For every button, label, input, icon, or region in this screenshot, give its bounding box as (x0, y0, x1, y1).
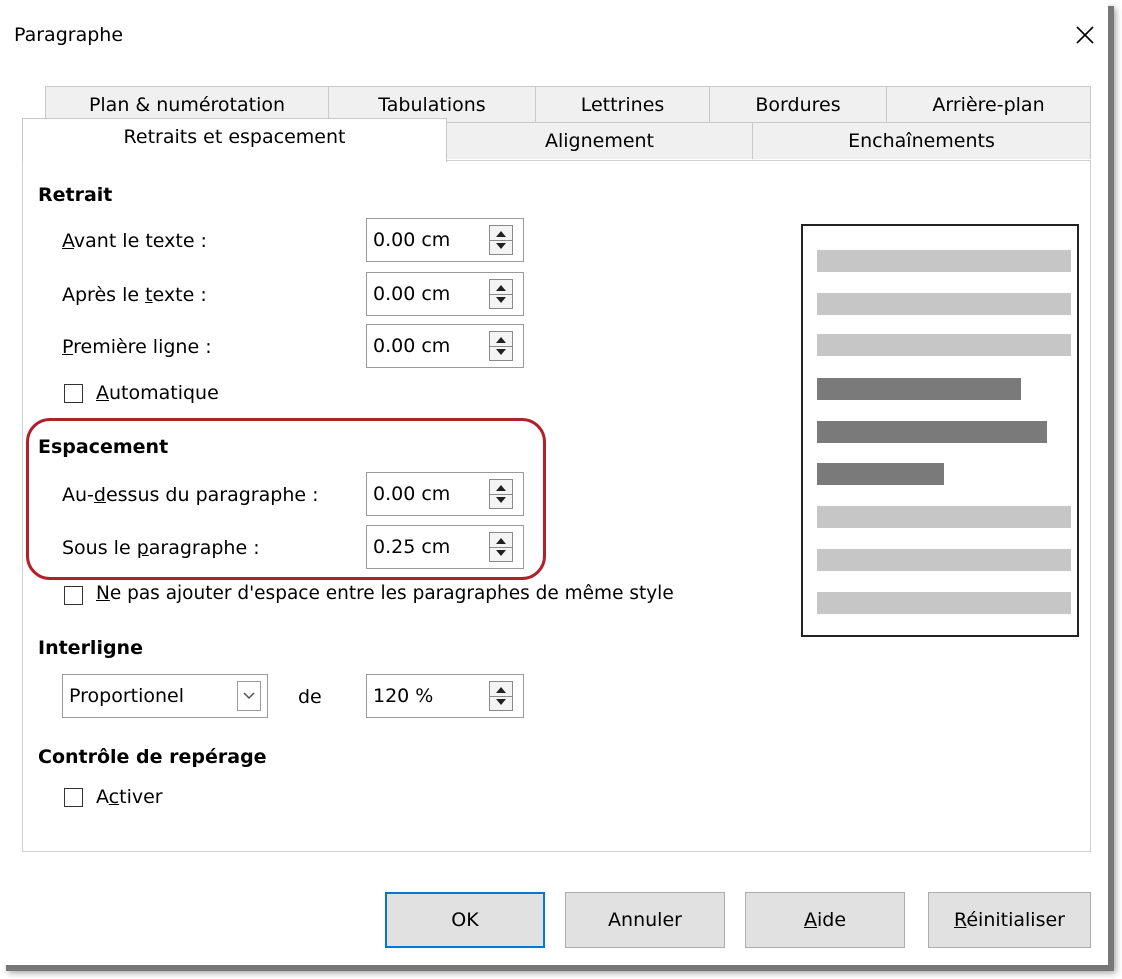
paragraph-dialog: Paragraphe Plan & numérotation Tabulatio… (0, 0, 1108, 965)
dialog-title: Paragraphe (14, 24, 124, 46)
sous-paragraphe-spinbox[interactable]: 0.25 cm (366, 525, 524, 569)
spin-up-icon[interactable] (496, 231, 506, 237)
activer-checkbox[interactable] (64, 788, 83, 807)
preview-line (817, 334, 1071, 356)
preview-line-current (817, 463, 944, 485)
preview-line (817, 549, 1071, 571)
premiere-ligne-value[interactable]: 0.00 cm (373, 335, 450, 357)
preview-line (817, 506, 1071, 528)
avant-texte-value[interactable]: 0.00 cm (373, 229, 450, 251)
preview-line (817, 250, 1071, 272)
close-button[interactable] (1066, 16, 1104, 54)
avant-texte-spinbox[interactable]: 0.00 cm (366, 218, 524, 262)
spin-down-icon[interactable] (496, 243, 506, 249)
spin-down-icon[interactable] (496, 349, 506, 355)
no-add-space-checkbox[interactable] (64, 586, 83, 605)
spin-up-icon[interactable] (496, 687, 506, 693)
sous-paragraphe-value[interactable]: 0.25 cm (373, 536, 450, 558)
label-de: de (298, 686, 322, 708)
tab-enchainements[interactable]: Enchaînements (753, 122, 1091, 159)
reset-button[interactable]: Réinitialiser (928, 892, 1091, 948)
label-automatique[interactable]: Automatique (96, 382, 219, 404)
spin-up-icon[interactable] (496, 337, 506, 343)
close-icon (1076, 26, 1094, 44)
au-dessus-value[interactable]: 0.00 cm (373, 483, 450, 505)
spin-down-icon[interactable] (496, 497, 506, 503)
au-dessus-spinbox[interactable]: 0.00 cm (366, 472, 524, 516)
spin-buttons[interactable] (489, 225, 513, 255)
help-button[interactable]: Aide (745, 892, 905, 948)
paragraph-preview (801, 224, 1079, 637)
ok-button[interactable]: OK (385, 892, 545, 948)
spin-down-icon[interactable] (496, 550, 506, 556)
interligne-mode-value: Proportionel (69, 685, 185, 707)
tab-alignement[interactable]: Alignement (447, 122, 753, 159)
spin-up-icon[interactable] (496, 538, 506, 544)
label-activer[interactable]: Activer (96, 786, 163, 808)
section-heading-controle: Contrôle de repérage (38, 746, 267, 768)
cancel-button[interactable]: Annuler (565, 892, 725, 948)
label-no-add-space[interactable]: Ne pas ajouter d'espace entre les paragr… (96, 583, 674, 604)
interligne-value[interactable]: 120 % (373, 685, 433, 707)
section-heading-interligne: Interligne (38, 637, 143, 659)
apres-texte-value[interactable]: 0.00 cm (373, 283, 450, 305)
preview-line (817, 592, 1071, 614)
spin-down-icon[interactable] (496, 699, 506, 705)
spin-buttons[interactable] (489, 331, 513, 361)
tab-bordures[interactable]: Bordures (710, 86, 887, 123)
spin-up-icon[interactable] (496, 285, 506, 291)
spin-buttons[interactable] (489, 479, 513, 509)
automatique-checkbox[interactable] (64, 384, 83, 403)
label-apres-texte: Après le texte : (62, 284, 207, 306)
label-au-dessus-paragraphe: Au-dessus du paragraphe : (62, 484, 319, 506)
section-heading-retrait: Retrait (38, 184, 113, 206)
tab-arriere-plan[interactable]: Arrière-plan (887, 86, 1091, 123)
interligne-value-spinbox[interactable]: 120 % (366, 674, 524, 718)
preview-line-current (817, 421, 1047, 443)
chevron-down-icon (243, 692, 255, 700)
label-sous-paragraphe: Sous le paragraphe : (62, 537, 260, 559)
apres-texte-spinbox[interactable]: 0.00 cm (366, 272, 524, 316)
preview-line (817, 293, 1071, 315)
spin-buttons[interactable] (489, 532, 513, 562)
title-bar: Paragraphe (0, 0, 1108, 72)
preview-line-current (817, 378, 1021, 400)
tab-lettrines[interactable]: Lettrines (536, 86, 710, 123)
premiere-ligne-spinbox[interactable]: 0.00 cm (366, 324, 524, 368)
spin-down-icon[interactable] (496, 297, 506, 303)
tab-retraits-espacement[interactable]: Retraits et espacement (22, 118, 447, 162)
interligne-mode-dropdown[interactable]: Proportionel (62, 674, 268, 718)
dropdown-arrow[interactable] (237, 681, 261, 711)
spin-buttons[interactable] (489, 681, 513, 711)
spin-up-icon[interactable] (496, 485, 506, 491)
spin-buttons[interactable] (489, 279, 513, 309)
label-avant-texte: Avant le texte : (62, 230, 207, 252)
section-heading-espacement: Espacement (38, 436, 169, 458)
label-premiere-ligne: Première ligne : (62, 336, 212, 358)
